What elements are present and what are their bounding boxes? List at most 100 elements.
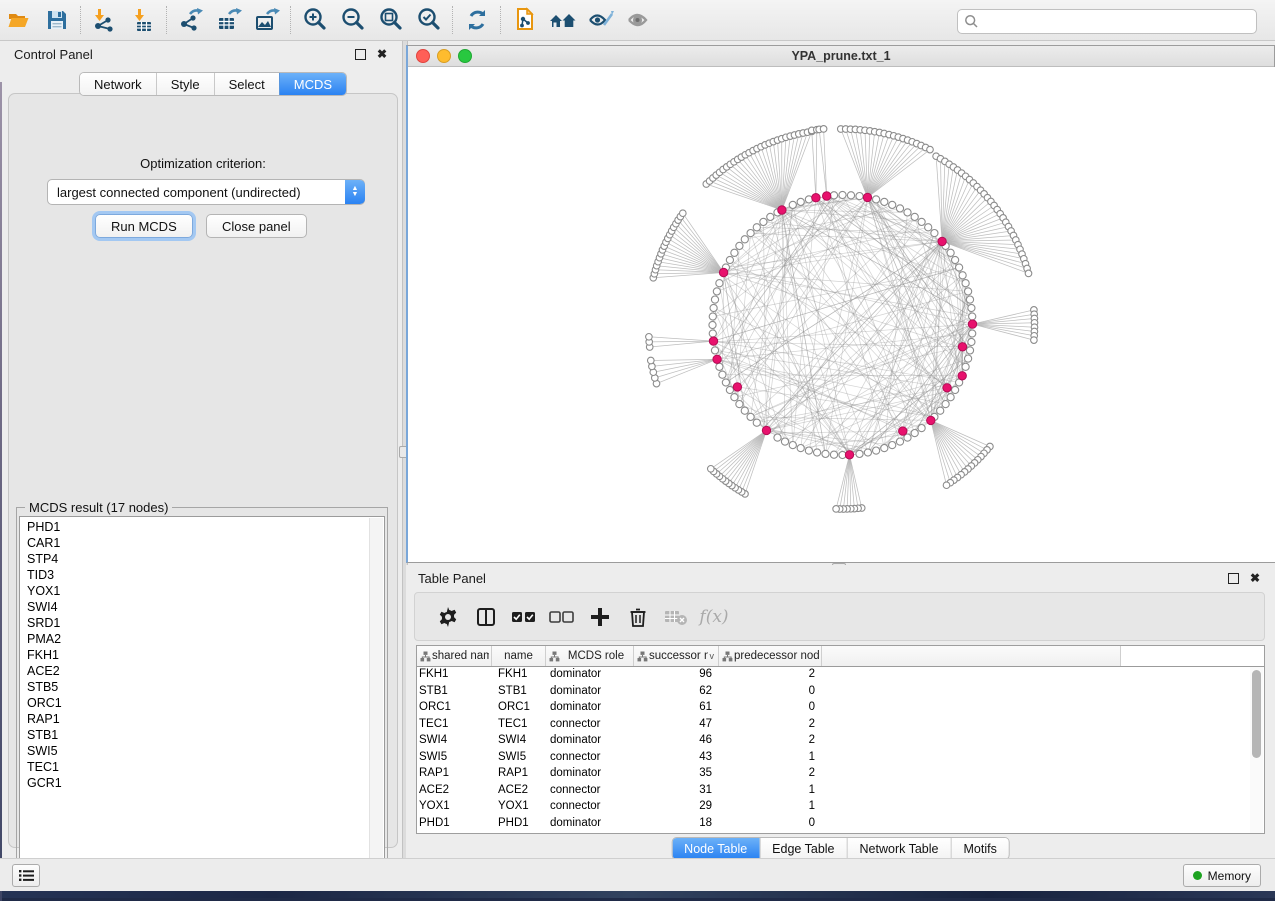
graph-node[interactable] bbox=[925, 224, 932, 231]
graph-node[interactable] bbox=[736, 401, 743, 408]
mcds-result-item[interactable]: TID3 bbox=[20, 567, 364, 583]
graph-node[interactable] bbox=[952, 256, 959, 263]
graph-node[interactable] bbox=[716, 363, 723, 370]
graph-node[interactable] bbox=[927, 146, 934, 153]
gear-button[interactable] bbox=[429, 599, 467, 635]
graph-node[interactable] bbox=[789, 442, 796, 449]
criterion-dropdown[interactable]: largest connected component (undirected)… bbox=[47, 179, 365, 205]
mcds-result-item[interactable]: YOX1 bbox=[20, 583, 364, 599]
graph-node[interactable] bbox=[943, 482, 950, 489]
mcds-result-item[interactable]: GCR1 bbox=[20, 775, 364, 791]
graph-node[interactable] bbox=[713, 288, 720, 295]
graph-node[interactable] bbox=[956, 264, 963, 271]
graph-node[interactable] bbox=[716, 280, 723, 287]
graph-node[interactable] bbox=[856, 193, 863, 200]
table-row[interactable]: FKH1FKH1dominator962 bbox=[417, 666, 1252, 683]
mcds-result-item[interactable]: STP4 bbox=[20, 551, 364, 567]
graph-node[interactable] bbox=[965, 355, 972, 362]
tab-edge-table[interactable]: Edge Table bbox=[759, 838, 846, 859]
graph-node[interactable] bbox=[709, 330, 716, 337]
graph-hub-node[interactable] bbox=[823, 192, 831, 200]
graph-hub-node[interactable] bbox=[778, 206, 786, 214]
graph-node[interactable] bbox=[646, 334, 653, 341]
graph-node[interactable] bbox=[839, 191, 846, 198]
graph-node[interactable] bbox=[731, 249, 738, 256]
graph-node[interactable] bbox=[753, 224, 760, 231]
graph-hub-node[interactable] bbox=[958, 372, 966, 380]
graph-node[interactable] bbox=[969, 313, 976, 320]
mcds-result-item[interactable]: ORC1 bbox=[20, 695, 364, 711]
graph-node[interactable] bbox=[709, 313, 716, 320]
graph-node[interactable] bbox=[1031, 337, 1038, 344]
graph-node[interactable] bbox=[797, 445, 804, 452]
graph-hub-node[interactable] bbox=[713, 355, 721, 363]
open-session-button[interactable] bbox=[0, 3, 38, 37]
graph-node[interactable] bbox=[931, 230, 938, 237]
select-all-button[interactable] bbox=[505, 599, 543, 635]
graph-node[interactable] bbox=[911, 213, 918, 220]
graph-node[interactable] bbox=[711, 347, 718, 354]
graph-node[interactable] bbox=[830, 192, 837, 199]
refresh-button[interactable] bbox=[458, 3, 496, 37]
graph-node[interactable] bbox=[881, 198, 888, 205]
table-row[interactable]: RAP1RAP1dominator352 bbox=[417, 765, 1252, 782]
graph-node[interactable] bbox=[873, 447, 880, 454]
graph-node[interactable] bbox=[711, 296, 718, 303]
hide-panel-button[interactable] bbox=[582, 3, 620, 37]
graph-node[interactable] bbox=[747, 413, 754, 420]
table-row[interactable]: SWI4SWI4dominator462 bbox=[417, 732, 1252, 749]
graph-hub-node[interactable] bbox=[938, 237, 946, 245]
mcds-result-item[interactable]: PHD1 bbox=[20, 519, 364, 535]
zoom-in-button[interactable] bbox=[296, 3, 334, 37]
export-image-button[interactable] bbox=[248, 3, 286, 37]
graph-node[interactable] bbox=[719, 371, 726, 378]
table-row[interactable]: TEC1TEC1connector472 bbox=[417, 716, 1252, 733]
tab-style[interactable]: Style bbox=[156, 73, 214, 95]
run-mcds-button[interactable]: Run MCDS bbox=[95, 214, 193, 238]
graph-node[interactable] bbox=[833, 506, 840, 513]
graph-node[interactable] bbox=[747, 230, 754, 237]
float-panel-icon[interactable] bbox=[1225, 570, 1241, 586]
import-network-button[interactable] bbox=[86, 3, 124, 37]
save-session-button[interactable] bbox=[38, 3, 76, 37]
zoom-out-button[interactable] bbox=[334, 3, 372, 37]
float-panel-icon[interactable] bbox=[352, 46, 368, 62]
table-row[interactable]: YOX1YOX1connector291 bbox=[417, 798, 1252, 815]
graph-node[interactable] bbox=[918, 425, 925, 432]
graph-node[interactable] bbox=[726, 386, 733, 393]
network-overview-button[interactable] bbox=[544, 3, 582, 37]
tab-select[interactable]: Select bbox=[214, 73, 279, 95]
network-canvas-svg[interactable] bbox=[408, 67, 1275, 562]
graph-node[interactable] bbox=[726, 256, 733, 263]
graph-node[interactable] bbox=[966, 347, 973, 354]
delete-button[interactable] bbox=[619, 599, 657, 635]
graph-node[interactable] bbox=[968, 304, 975, 311]
graph-node[interactable] bbox=[722, 379, 729, 386]
graph-node[interactable] bbox=[709, 321, 716, 328]
close-panel-button[interactable]: Close panel bbox=[206, 214, 307, 238]
graph-hub-node[interactable] bbox=[845, 451, 853, 459]
graph-node[interactable] bbox=[881, 445, 888, 452]
graph-node[interactable] bbox=[847, 192, 854, 199]
search-box[interactable] bbox=[957, 9, 1257, 34]
table-row[interactable]: ORC1ORC1dominator610 bbox=[417, 699, 1252, 716]
graph-node[interactable] bbox=[797, 198, 804, 205]
graph-node[interactable] bbox=[959, 272, 966, 279]
graph-node[interactable] bbox=[962, 363, 969, 370]
import-table-button[interactable] bbox=[124, 3, 162, 37]
graph-node[interactable] bbox=[710, 304, 717, 311]
tab-motifs[interactable]: Motifs bbox=[950, 838, 1008, 859]
zoom-fit-button[interactable] bbox=[372, 3, 410, 37]
graph-hub-node[interactable] bbox=[762, 426, 770, 434]
graph-node[interactable] bbox=[918, 218, 925, 225]
graph-node[interactable] bbox=[741, 236, 748, 243]
graph-hub-node[interactable] bbox=[863, 193, 871, 201]
zoom-selected-button[interactable] bbox=[410, 3, 448, 37]
graph-node[interactable] bbox=[856, 450, 863, 457]
columns-button[interactable] bbox=[467, 599, 505, 635]
graph-hub-node[interactable] bbox=[812, 194, 820, 202]
graph-node[interactable] bbox=[753, 419, 760, 426]
tab-mcds[interactable]: MCDS bbox=[279, 73, 346, 95]
close-panel-icon[interactable]: ✖ bbox=[374, 46, 390, 62]
graph-node[interactable] bbox=[896, 205, 903, 212]
